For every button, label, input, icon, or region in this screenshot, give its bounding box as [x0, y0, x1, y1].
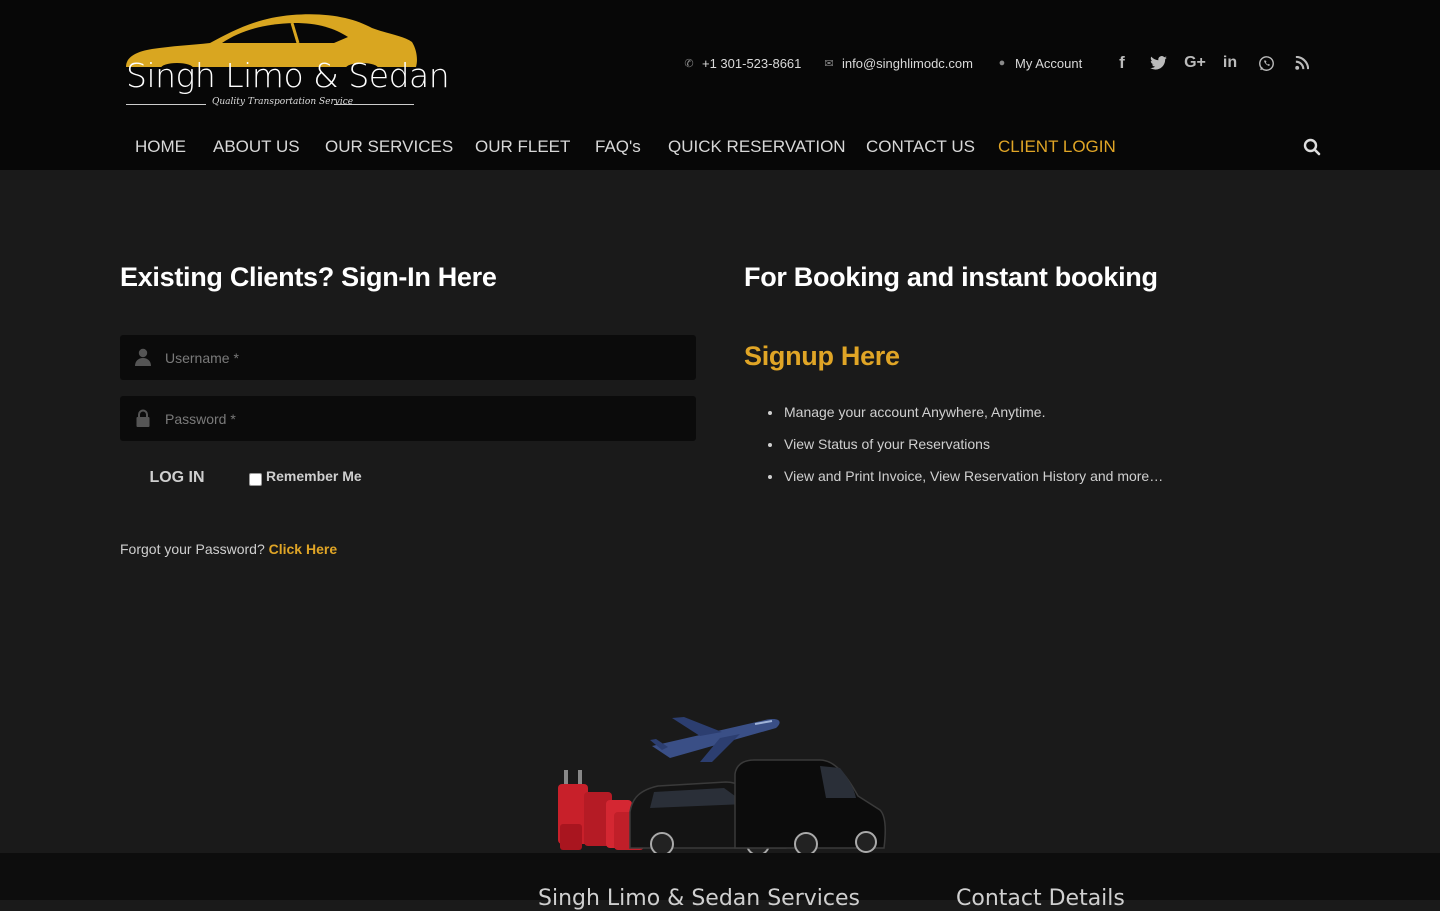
- forgot-password-line: Forgot your Password? Click Here: [120, 541, 337, 557]
- footer-heading-services: Singh Limo & Sedan Services: [538, 886, 860, 911]
- nav-item-home[interactable]: HOME: [135, 124, 186, 170]
- login-button[interactable]: LOG IN: [130, 462, 224, 494]
- benefit-text: View Status of your Reservations: [784, 436, 990, 452]
- facebook-icon[interactable]: f: [1111, 52, 1133, 74]
- lock-icon: ●: [998, 57, 1006, 69]
- user-icon: [135, 348, 151, 366]
- benefit-text: View and Print Invoice, View Reservation…: [784, 468, 1164, 484]
- logo-tagline: Quality Transportation Service: [212, 97, 354, 107]
- phone-link[interactable]: ✆ +1 301-523-8661: [683, 54, 801, 72]
- my-account-link[interactable]: ● My Account: [996, 54, 1083, 72]
- bullet: [768, 475, 772, 479]
- linkedin-icon[interactable]: in: [1219, 52, 1241, 74]
- email-text: info@singhlimodc.com: [842, 55, 973, 71]
- bullet: [768, 411, 772, 415]
- van-icon: [734, 759, 886, 854]
- main-nav: HOME ABOUT US OUR SERVICES OUR FLEET FAQ…: [0, 124, 1440, 170]
- site-header: Singh Limo & Sedan Quality Transportatio…: [0, 0, 1440, 170]
- booking-heading: For Booking and instant booking: [744, 262, 1158, 292]
- username-input[interactable]: [165, 335, 685, 380]
- site-logo[interactable]: Singh Limo & Sedan Quality Transportatio…: [122, 12, 450, 114]
- search-icon[interactable]: [1303, 138, 1321, 156]
- remember-me-label[interactable]: Remember Me: [266, 468, 362, 484]
- forgot-password-link[interactable]: Click Here: [269, 541, 337, 557]
- nav-item-quick-reservation[interactable]: QUICK RESERVATION: [668, 124, 846, 170]
- signup-link[interactable]: Signup Here: [744, 341, 900, 372]
- remember-me-checkbox[interactable]: [249, 473, 262, 486]
- whatsapp-icon[interactable]: [1255, 52, 1277, 74]
- password-field-wrapper: [120, 396, 696, 441]
- forgot-password-text: Forgot your Password?: [120, 541, 265, 557]
- airplane-icon: [650, 717, 780, 762]
- username-field-wrapper: [120, 335, 696, 380]
- phone-icon: ✆: [684, 57, 694, 70]
- lock-icon: [136, 409, 150, 427]
- nav-item-faqs[interactable]: FAQ's: [595, 124, 641, 170]
- logo-name: Singh Limo & Sedan: [126, 56, 450, 95]
- nav-item-client-login[interactable]: CLIENT LOGIN: [998, 124, 1116, 170]
- google-plus-icon[interactable]: G+: [1182, 52, 1208, 74]
- bullet: [768, 443, 772, 447]
- my-account-text: My Account: [1015, 55, 1083, 71]
- footer-heading-contact: Contact Details: [956, 886, 1125, 911]
- nav-item-our-services[interactable]: OUR SERVICES: [325, 124, 453, 170]
- logo-rule-right: [334, 104, 414, 105]
- benefit-text: Manage your account Anywhere, Anytime.: [784, 404, 1046, 420]
- email-link[interactable]: ✉ info@singhlimodc.com: [823, 54, 973, 72]
- login-heading: Existing Clients? Sign-In Here: [120, 262, 497, 292]
- password-input[interactable]: [165, 396, 685, 441]
- rss-icon[interactable]: [1291, 52, 1313, 74]
- envelope-icon: ✉: [824, 57, 834, 70]
- twitter-icon[interactable]: [1147, 52, 1169, 74]
- nav-item-contact-us[interactable]: CONTACT US: [866, 124, 975, 170]
- logo-rule-left: [126, 104, 206, 105]
- nav-item-about-us[interactable]: ABOUT US: [213, 124, 300, 170]
- phone-text: +1 301-523-8661: [702, 55, 802, 71]
- nav-item-our-fleet[interactable]: OUR FLEET: [475, 124, 570, 170]
- fleet-illustration: [558, 717, 886, 854]
